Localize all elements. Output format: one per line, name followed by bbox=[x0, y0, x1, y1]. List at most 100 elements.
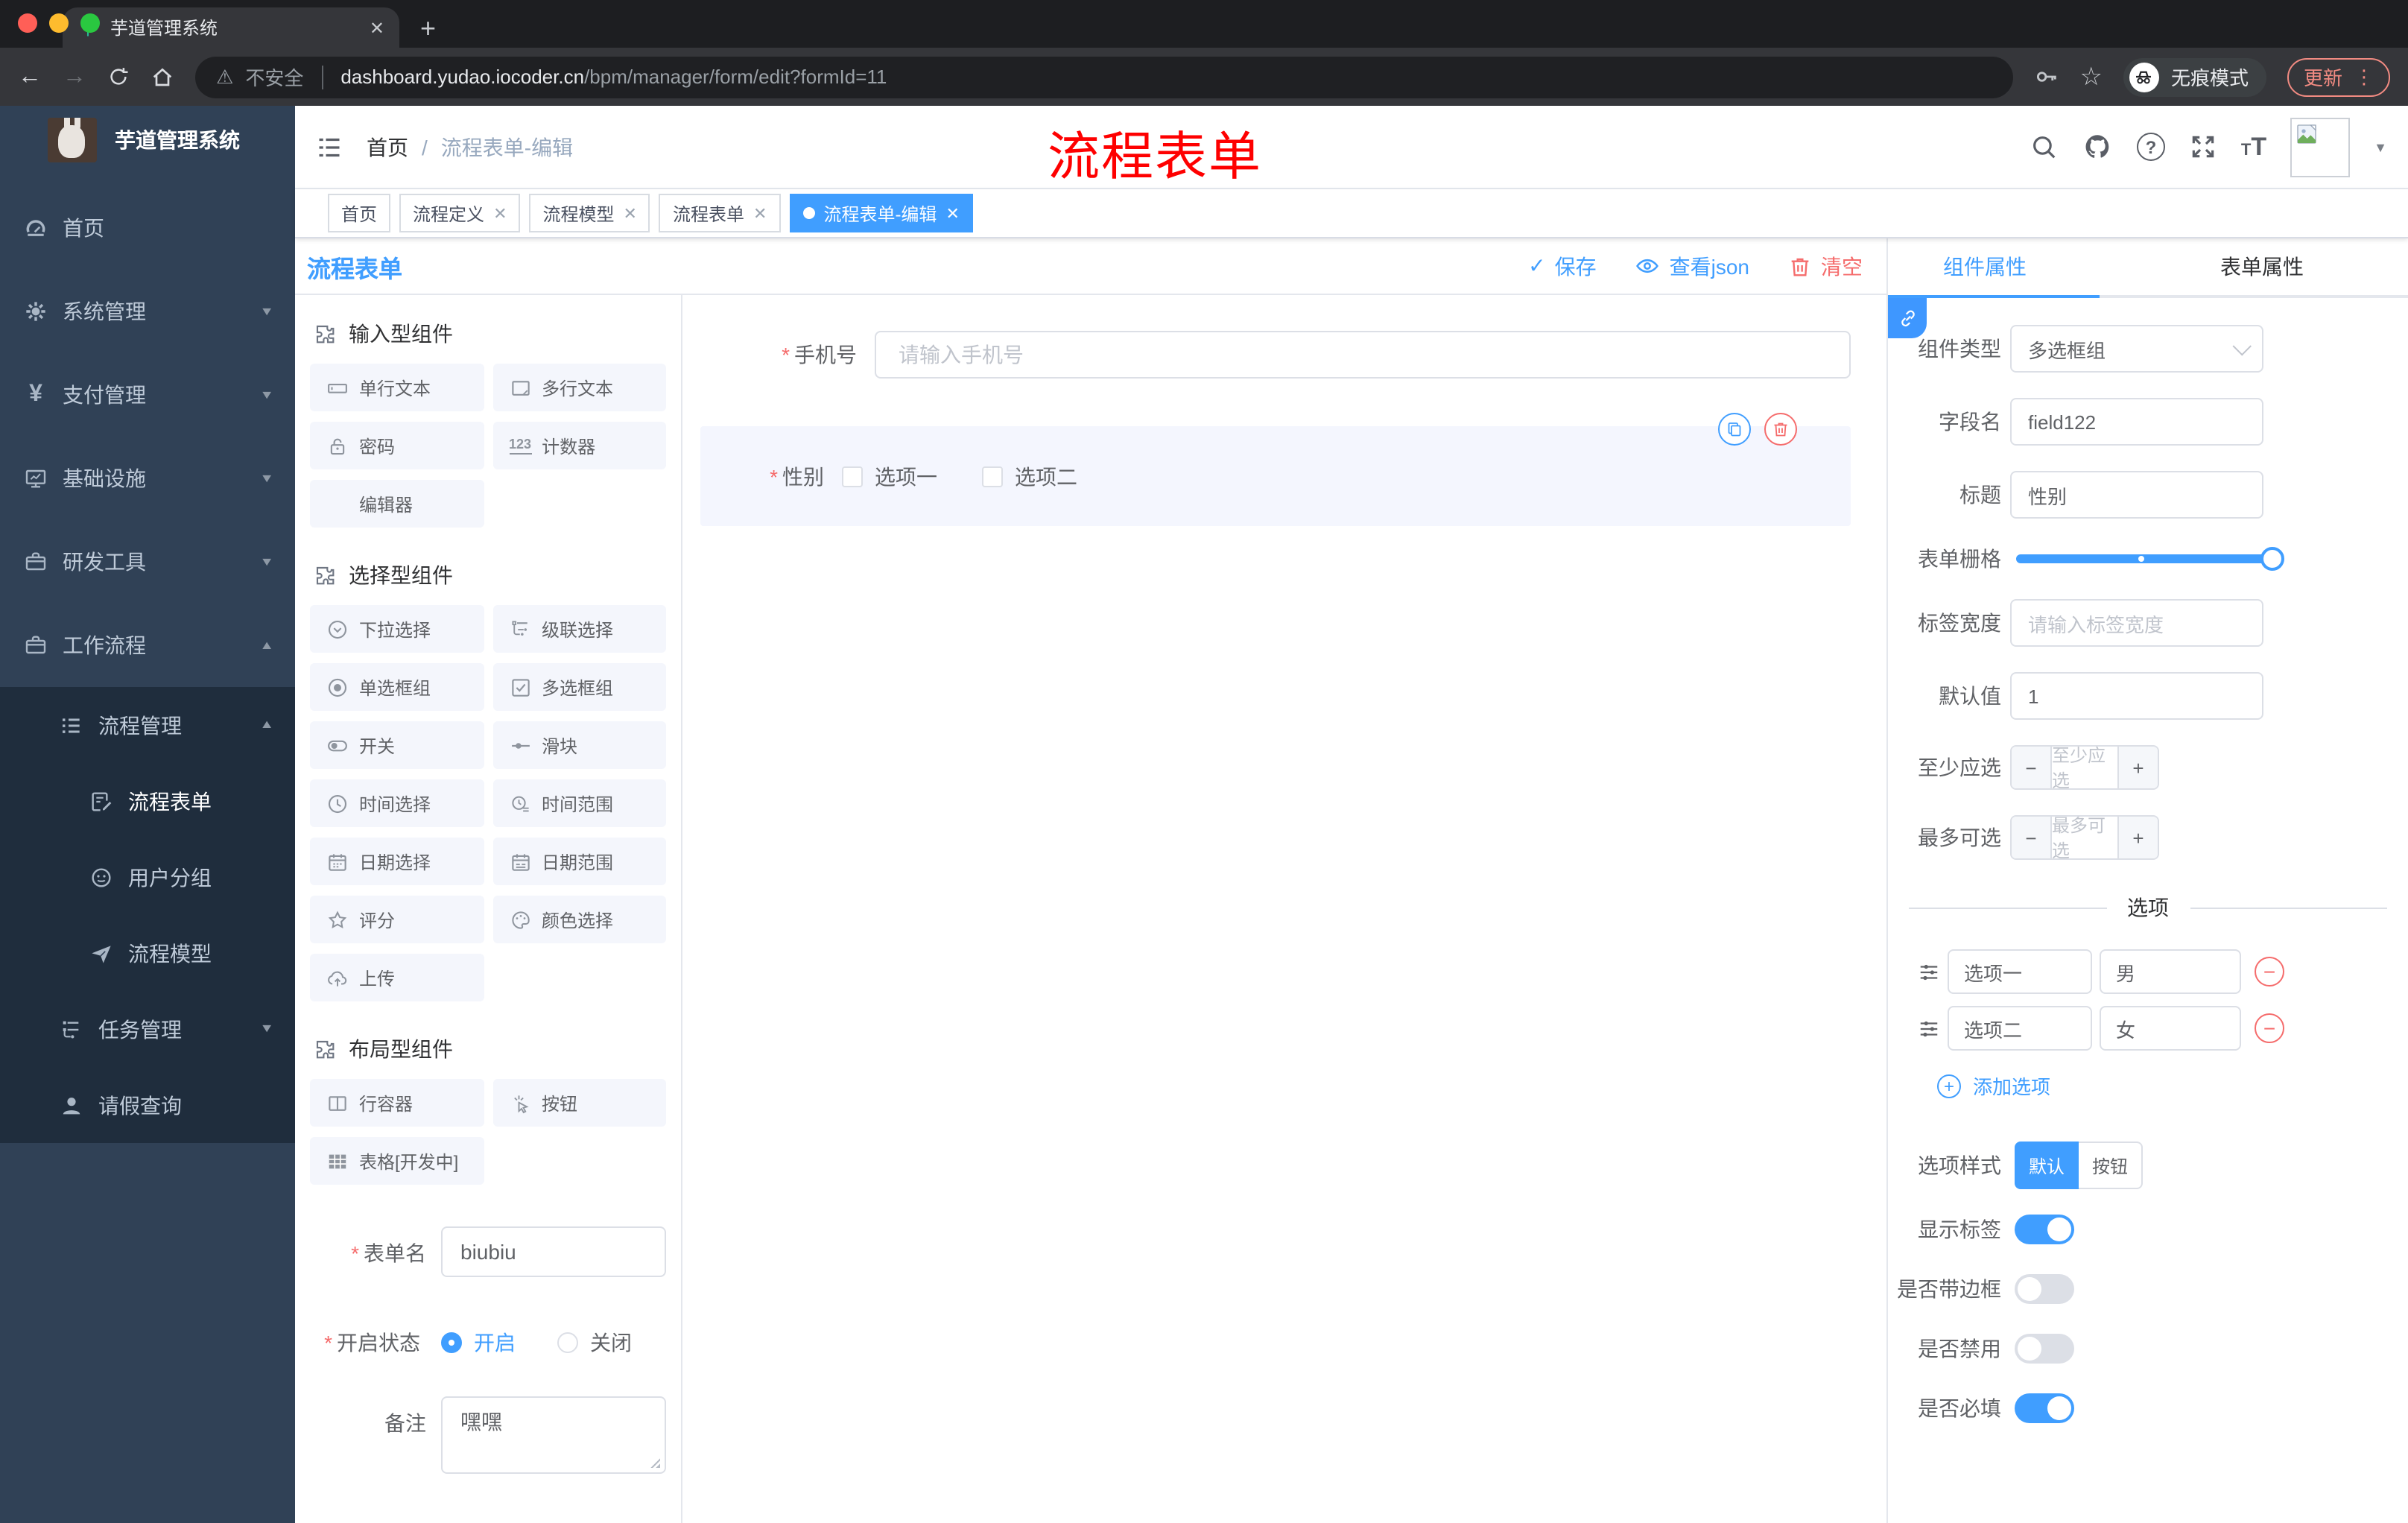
form-grid-slider[interactable] bbox=[2016, 547, 2284, 571]
max-select-stepper[interactable]: − 最多可选 + bbox=[2010, 815, 2159, 860]
address-bar[interactable]: ⚠ 不安全 dashboard.yudao.iocoder.cn/bpm/man… bbox=[195, 56, 2013, 98]
drag-handle-icon[interactable] bbox=[1918, 960, 1940, 983]
component-upload[interactable]: 上传 bbox=[310, 954, 484, 1001]
github-icon[interactable] bbox=[2082, 131, 2113, 162]
sidebar-item-process-model[interactable]: 流程模型 bbox=[0, 915, 295, 991]
max-select-input[interactable]: 最多可选 bbox=[2050, 817, 2119, 858]
fullscreen-icon[interactable] bbox=[2189, 133, 2217, 161]
close-window-button[interactable] bbox=[18, 13, 37, 33]
option-value-input[interactable]: 女 bbox=[2100, 1006, 2241, 1051]
sidebar-item-process-form[interactable]: 流程表单 bbox=[0, 763, 295, 839]
window-controls[interactable] bbox=[18, 13, 100, 33]
tag-close-icon[interactable]: ✕ bbox=[624, 203, 637, 223]
component-time-range[interactable]: 时间范围 bbox=[492, 779, 666, 827]
component-table-dev[interactable]: 表格[开发中] bbox=[310, 1137, 484, 1185]
form-name-input[interactable]: biubiu bbox=[441, 1226, 666, 1277]
zoom-window-button[interactable] bbox=[80, 13, 100, 33]
status-radio-on[interactable]: 开启 bbox=[441, 1328, 516, 1358]
plus-icon[interactable]: + bbox=[2119, 817, 2158, 858]
browser-update-button[interactable]: 更新 ⋮ bbox=[2287, 57, 2390, 96]
not-secure-warning-icon[interactable]: ⚠ bbox=[216, 65, 233, 89]
sidebar-fold-icon[interactable] bbox=[316, 133, 343, 160]
remove-option-button[interactable]: − bbox=[2255, 957, 2284, 987]
avatar[interactable] bbox=[2290, 117, 2351, 177]
tag-tab-process-definition[interactable]: 流程定义 ✕ bbox=[399, 194, 521, 232]
tag-tab-process-form[interactable]: 流程表单 ✕ bbox=[659, 194, 781, 232]
new-tab-button[interactable]: + bbox=[420, 15, 436, 42]
gender-option-1[interactable]: 选项一 bbox=[842, 461, 937, 491]
component-type-select[interactable]: 多选框组 bbox=[2010, 325, 2263, 373]
drag-handle-icon[interactable] bbox=[1918, 1017, 1940, 1039]
sidebar-item-devtools[interactable]: 研发工具 ▼ bbox=[0, 520, 295, 604]
remark-textarea[interactable]: 嘿嘿 bbox=[441, 1396, 666, 1474]
checkbox-unchecked-icon[interactable] bbox=[982, 466, 1003, 487]
tag-close-icon[interactable]: ✕ bbox=[945, 203, 959, 223]
minus-icon[interactable]: − bbox=[2012, 817, 2050, 858]
view-json-button[interactable]: 查看json bbox=[1635, 251, 1749, 281]
component-editor[interactable]: 编辑器 bbox=[310, 480, 484, 528]
component-row-container[interactable]: 行容器 bbox=[310, 1079, 484, 1127]
gender-option-2[interactable]: 选项二 bbox=[982, 461, 1077, 491]
sidebar-item-workflow[interactable]: 工作流程 ▲ bbox=[0, 604, 295, 687]
sidebar-item-home[interactable]: 首页 bbox=[0, 186, 295, 270]
breadcrumb-home[interactable]: 首页 bbox=[367, 132, 408, 162]
bookmark-star-icon[interactable]: ☆ bbox=[2079, 64, 2103, 89]
style-default-button[interactable]: 默认 bbox=[2015, 1142, 2079, 1189]
tab-component-props[interactable]: 组件属性 bbox=[1888, 238, 2100, 298]
slider-handle[interactable] bbox=[2260, 547, 2284, 571]
component-counter[interactable]: 123 计数器 bbox=[492, 422, 666, 469]
component-switch[interactable]: 开关 bbox=[310, 721, 484, 769]
option-label-input[interactable]: 选项一 bbox=[1948, 949, 2092, 994]
field-link-tab[interactable] bbox=[1888, 298, 1927, 338]
component-date-picker[interactable]: 日期选择 bbox=[310, 838, 484, 885]
slider-track[interactable] bbox=[2016, 554, 2281, 563]
password-key-icon[interactable] bbox=[2033, 64, 2059, 89]
disabled-toggle[interactable] bbox=[2015, 1334, 2074, 1364]
sidebar-item-system[interactable]: 系统管理 ▼ bbox=[0, 270, 295, 353]
label-width-input[interactable]: 请输入标签宽度 bbox=[2010, 599, 2263, 647]
sidebar-item-leave-query[interactable]: 请假查询 bbox=[0, 1067, 295, 1143]
clear-button[interactable]: 清空 bbox=[1788, 251, 1863, 281]
min-select-input[interactable]: 至少应选 bbox=[2050, 747, 2119, 788]
option-value-input[interactable]: 男 bbox=[2100, 949, 2241, 994]
sidebar-item-task-mgmt[interactable]: 任务管理 ▼ bbox=[0, 991, 295, 1067]
minimize-window-button[interactable] bbox=[49, 13, 69, 33]
status-radio-off[interactable]: 关闭 bbox=[557, 1328, 632, 1358]
help-icon[interactable]: ? bbox=[2136, 133, 2165, 161]
minus-icon[interactable]: − bbox=[2012, 747, 2050, 788]
tab-form-props[interactable]: 表单属性 bbox=[2165, 238, 2359, 295]
sidebar-item-infra[interactable]: 基础设施 ▼ bbox=[0, 437, 295, 520]
tag-tab-process-form-edit[interactable]: 流程表单-编辑 ✕ bbox=[789, 194, 973, 232]
home-icon[interactable] bbox=[150, 65, 174, 89]
component-radio-group[interactable]: 单选框组 bbox=[310, 663, 484, 711]
forward-icon[interactable]: → bbox=[63, 64, 86, 89]
title-input[interactable]: 性别 bbox=[2010, 471, 2263, 519]
component-time-picker[interactable]: 时间选择 bbox=[310, 779, 484, 827]
font-size-icon[interactable]: TT bbox=[2241, 132, 2266, 162]
tag-close-icon[interactable]: ✕ bbox=[753, 203, 767, 223]
remove-option-button[interactable]: − bbox=[2255, 1013, 2284, 1043]
plus-icon[interactable]: + bbox=[2119, 747, 2158, 788]
field-name-input[interactable]: field122 bbox=[2010, 398, 2263, 446]
style-button-button[interactable]: 按钮 bbox=[2079, 1142, 2143, 1189]
canvas-field-gender-selected[interactable]: 性别 选项一 选项二 bbox=[700, 413, 1851, 526]
sidebar-item-payment[interactable]: ¥ 支付管理 ▼ bbox=[0, 353, 295, 437]
back-icon[interactable]: ← bbox=[18, 64, 42, 89]
browser-menu-dots-icon[interactable]: ⋮ bbox=[2354, 65, 2374, 89]
save-button[interactable]: ✓ 保存 bbox=[1528, 251, 1596, 281]
tag-close-icon[interactable]: ✕ bbox=[493, 203, 507, 223]
default-value-input[interactable]: 1 bbox=[2010, 672, 2263, 720]
tab-close-icon[interactable]: ✕ bbox=[370, 17, 384, 38]
sidebar-item-user-group[interactable]: 用户分组 bbox=[0, 839, 295, 915]
option-label-input[interactable]: 选项二 bbox=[1948, 1006, 2092, 1051]
component-multi-line-text[interactable]: 多行文本 bbox=[492, 364, 666, 411]
component-color-picker[interactable]: 颜色选择 bbox=[492, 896, 666, 943]
show-label-toggle[interactable] bbox=[2015, 1215, 2074, 1244]
required-toggle[interactable] bbox=[2015, 1393, 2074, 1423]
avatar-dropdown-caret-icon[interactable]: ▼ bbox=[2374, 139, 2387, 154]
min-select-stepper[interactable]: − 至少应选 + bbox=[2010, 745, 2159, 790]
delete-field-button[interactable] bbox=[1764, 413, 1797, 446]
sidebar-item-process-mgmt[interactable]: 流程管理 ▲ bbox=[0, 687, 295, 763]
component-button[interactable]: 按钮 bbox=[492, 1079, 666, 1127]
tag-tab-home[interactable]: 首页 bbox=[328, 194, 391, 232]
